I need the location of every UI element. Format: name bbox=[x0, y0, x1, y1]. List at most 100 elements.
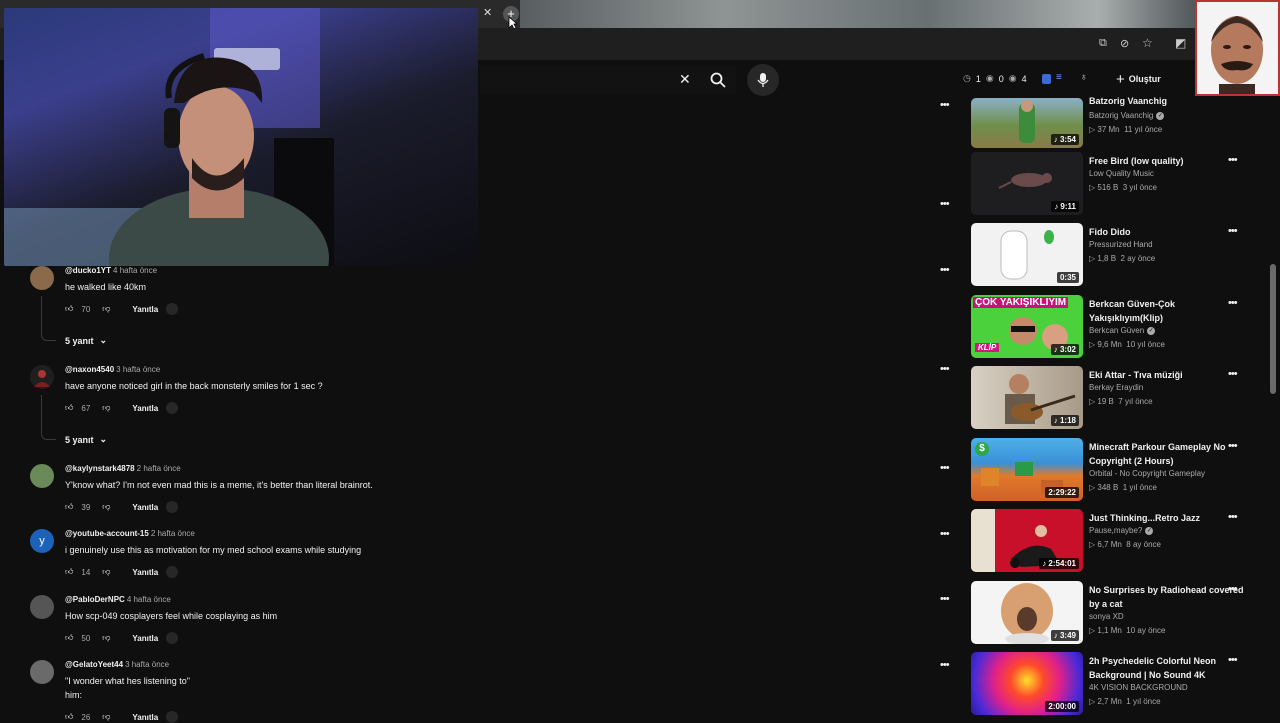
comment-menu-icon[interactable]: ••• bbox=[940, 659, 950, 671]
like-icon[interactable]: 👍︎ bbox=[65, 502, 73, 512]
video-title[interactable]: Batzorig Vaanchig bbox=[1089, 94, 1251, 108]
avatar[interactable] bbox=[30, 464, 54, 488]
video-channel[interactable]: Low Quality Music bbox=[1089, 169, 1154, 178]
video-thumbnail[interactable]: ♪ 9:11 bbox=[971, 152, 1083, 215]
video-thumbnail[interactable]: ♪ 3:54 bbox=[971, 98, 1083, 148]
reply-button[interactable]: Yanıtla bbox=[132, 305, 158, 314]
video-title[interactable]: Eki Attar - Tıva müziği bbox=[1089, 368, 1251, 382]
avatar[interactable] bbox=[30, 660, 54, 684]
comment-author[interactable]: @naxon4540 3 hafta önce bbox=[65, 365, 160, 374]
extensions-icon[interactable]: ◩ bbox=[1175, 36, 1186, 50]
video-channel[interactable]: Orbital - No Copyright Gameplay bbox=[1089, 469, 1205, 478]
like-icon[interactable]: 👍︎ bbox=[65, 567, 73, 577]
related-video-item[interactable]: ♪ 3:49 No Surprises by Radiohead covered… bbox=[971, 581, 1261, 647]
comment-author[interactable]: @ducko1YT 4 hafta önce bbox=[65, 266, 157, 275]
comment-author[interactable]: @kaylynstark4878 2 hafta önce bbox=[65, 464, 181, 473]
video-menu-icon[interactable]: ••• bbox=[1228, 225, 1238, 237]
reply-button[interactable]: Yanıtla bbox=[132, 634, 158, 643]
video-title[interactable]: 2h Psychedelic Colorful Neon Background … bbox=[1089, 654, 1251, 682]
related-video-item[interactable]: $ 2:29:22 Minecraft Parkour Gameplay No … bbox=[971, 438, 1261, 504]
video-channel[interactable]: Berkcan Güven ✓ bbox=[1089, 326, 1156, 335]
reply-button[interactable]: Yanıtla bbox=[132, 568, 158, 577]
comment-author[interactable]: @youtube-account-15 2 hafta önce bbox=[65, 529, 195, 538]
reply-button[interactable]: Yanıtla bbox=[132, 503, 158, 512]
tab-close-icon[interactable]: ✕ bbox=[483, 6, 492, 19]
comment-menu-icon[interactable]: ••• bbox=[940, 528, 950, 540]
dislike-icon[interactable]: 👎︎ bbox=[102, 633, 110, 643]
comment-menu-icon[interactable]: ••• bbox=[940, 264, 950, 276]
video-thumbnail[interactable]: 0:35 bbox=[971, 223, 1083, 286]
like-icon[interactable]: 👍︎ bbox=[65, 403, 73, 413]
video-title[interactable]: Free Bird (low quality) bbox=[1089, 154, 1251, 168]
video-thumbnail[interactable]: ÇOK YAKIŞIKLIYIM KLİP ♪ 3:02 bbox=[971, 295, 1083, 358]
comment-author[interactable]: @PabloDerNPC 4 hafta önce bbox=[65, 595, 171, 604]
avatar[interactable] bbox=[30, 266, 54, 290]
video-title[interactable]: Minecraft Parkour Gameplay No Copyright … bbox=[1089, 440, 1251, 468]
comment-time[interactable]: 4 hafta önce bbox=[113, 266, 157, 275]
video-title[interactable]: No Surprises by Radiohead covered by a c… bbox=[1089, 583, 1251, 611]
dislike-icon[interactable]: 👎︎ bbox=[102, 403, 110, 413]
related-video-item[interactable]: ÇOK YAKIŞIKLIYIM KLİP ♪ 3:02 Berkcan Güv… bbox=[971, 295, 1261, 361]
dislike-icon[interactable]: 👎︎ bbox=[102, 712, 110, 722]
install-app-icon[interactable]: ⧉ bbox=[1099, 37, 1107, 50]
search-input[interactable] bbox=[480, 66, 736, 94]
clear-search-icon[interactable]: ✕ bbox=[679, 71, 691, 88]
video-menu-icon[interactable]: ••• bbox=[1228, 297, 1238, 309]
avatar[interactable]: y bbox=[30, 529, 54, 553]
related-video-item[interactable]: ♪ 9:11 Free Bird (low quality) Low Quali… bbox=[971, 152, 1261, 218]
show-replies-button[interactable]: 5 yanıt ⌄ bbox=[65, 434, 107, 445]
video-channel[interactable]: Pressurized Hand bbox=[1089, 240, 1153, 249]
page-scrollbar[interactable] bbox=[1270, 264, 1276, 394]
related-video-item[interactable]: 2:00:00 2h Psychedelic Colorful Neon Bac… bbox=[971, 652, 1261, 718]
video-thumbnail[interactable]: ♪ 2:54:01 bbox=[971, 509, 1083, 572]
comment-time[interactable]: 4 hafta önce bbox=[127, 595, 171, 604]
comment-time[interactable]: 3 hafta önce bbox=[116, 365, 160, 374]
video-menu-icon[interactable]: ••• bbox=[1228, 154, 1238, 166]
video-title[interactable]: Just Thinking...Retro Jazz bbox=[1089, 511, 1251, 525]
video-menu-icon[interactable]: ••• bbox=[1228, 440, 1238, 452]
comment-menu-icon[interactable]: ••• bbox=[940, 462, 950, 474]
comment-author[interactable]: @GelatoYeet44 3 hafta önce bbox=[65, 660, 169, 669]
show-replies-button[interactable]: 5 yanıt ⌄ bbox=[65, 335, 107, 346]
video-menu-icon[interactable]: ••• bbox=[1228, 654, 1238, 666]
video-menu-icon[interactable]: ••• bbox=[1228, 368, 1238, 380]
like-icon[interactable]: 👍︎ bbox=[65, 712, 73, 722]
related-video-item[interactable]: ♪ 1:18 Eki Attar - Tıva müziği Berkay Er… bbox=[971, 366, 1261, 432]
video-channel[interactable]: sonya XD bbox=[1089, 612, 1124, 621]
video-thumbnail[interactable]: 2:00:00 bbox=[971, 652, 1083, 715]
video-channel[interactable]: Pause,maybe? ✓ bbox=[1089, 526, 1154, 535]
comment-menu-icon[interactable]: ••• bbox=[940, 363, 950, 375]
video-title[interactable]: Berkcan Güven-Çok Yakışıklıyım(Klip) bbox=[1089, 297, 1251, 325]
comment-time[interactable]: 3 hafta önce bbox=[125, 660, 169, 669]
bookmark-star-icon[interactable]: ☆ bbox=[1142, 36, 1153, 50]
like-icon[interactable]: 👍︎ bbox=[65, 304, 73, 314]
reply-button[interactable]: Yanıtla bbox=[132, 404, 158, 413]
search-button[interactable] bbox=[702, 64, 734, 96]
video-menu-icon[interactable]: ••• bbox=[1228, 583, 1238, 595]
voice-search-button[interactable] bbox=[747, 64, 779, 96]
related-video-item[interactable]: ♪ 3:54 Batzorig Vaanchig Batzorig Vaanch… bbox=[971, 82, 1261, 148]
related-video-item[interactable]: 0:35 Fido Dido Pressurized Hand ▷ 1,8 B … bbox=[971, 223, 1261, 289]
video-thumbnail[interactable]: ♪ 3:49 bbox=[971, 581, 1083, 644]
video-thumbnail[interactable]: $ 2:29:22 bbox=[971, 438, 1083, 501]
video-thumbnail[interactable]: ♪ 1:18 bbox=[971, 366, 1083, 429]
dislike-icon[interactable]: 👎︎ bbox=[102, 502, 110, 512]
video-channel[interactable]: 4K VISION BACKGROUND bbox=[1089, 683, 1188, 692]
avatar[interactable] bbox=[30, 365, 54, 389]
comment-time[interactable]: 2 hafta önce bbox=[137, 464, 181, 473]
comment-menu-icon[interactable]: ••• bbox=[940, 593, 950, 605]
video-channel[interactable]: Batzorig Vaanchig ✓ bbox=[1089, 111, 1165, 120]
comment-menu-icon[interactable]: ••• bbox=[940, 99, 950, 111]
reply-button[interactable]: Yanıtla bbox=[132, 713, 158, 722]
video-title[interactable]: Fido Dido bbox=[1089, 225, 1251, 239]
dislike-icon[interactable]: 👎︎ bbox=[102, 567, 110, 577]
dislike-icon[interactable]: 👎︎ bbox=[102, 304, 110, 314]
video-channel[interactable]: Berkay Eraydin bbox=[1089, 383, 1143, 392]
avatar[interactable] bbox=[30, 595, 54, 619]
related-video-item[interactable]: ♪ 2:54:01 Just Thinking...Retro Jazz Pau… bbox=[971, 509, 1261, 575]
video-menu-icon[interactable]: ••• bbox=[1228, 511, 1238, 523]
like-icon[interactable]: 👍︎ bbox=[65, 633, 73, 643]
comment-time[interactable]: 2 hafta önce bbox=[151, 529, 195, 538]
comment-menu-icon[interactable]: ••• bbox=[940, 198, 950, 210]
tracking-blocked-icon[interactable]: ⊘ bbox=[1120, 37, 1129, 50]
